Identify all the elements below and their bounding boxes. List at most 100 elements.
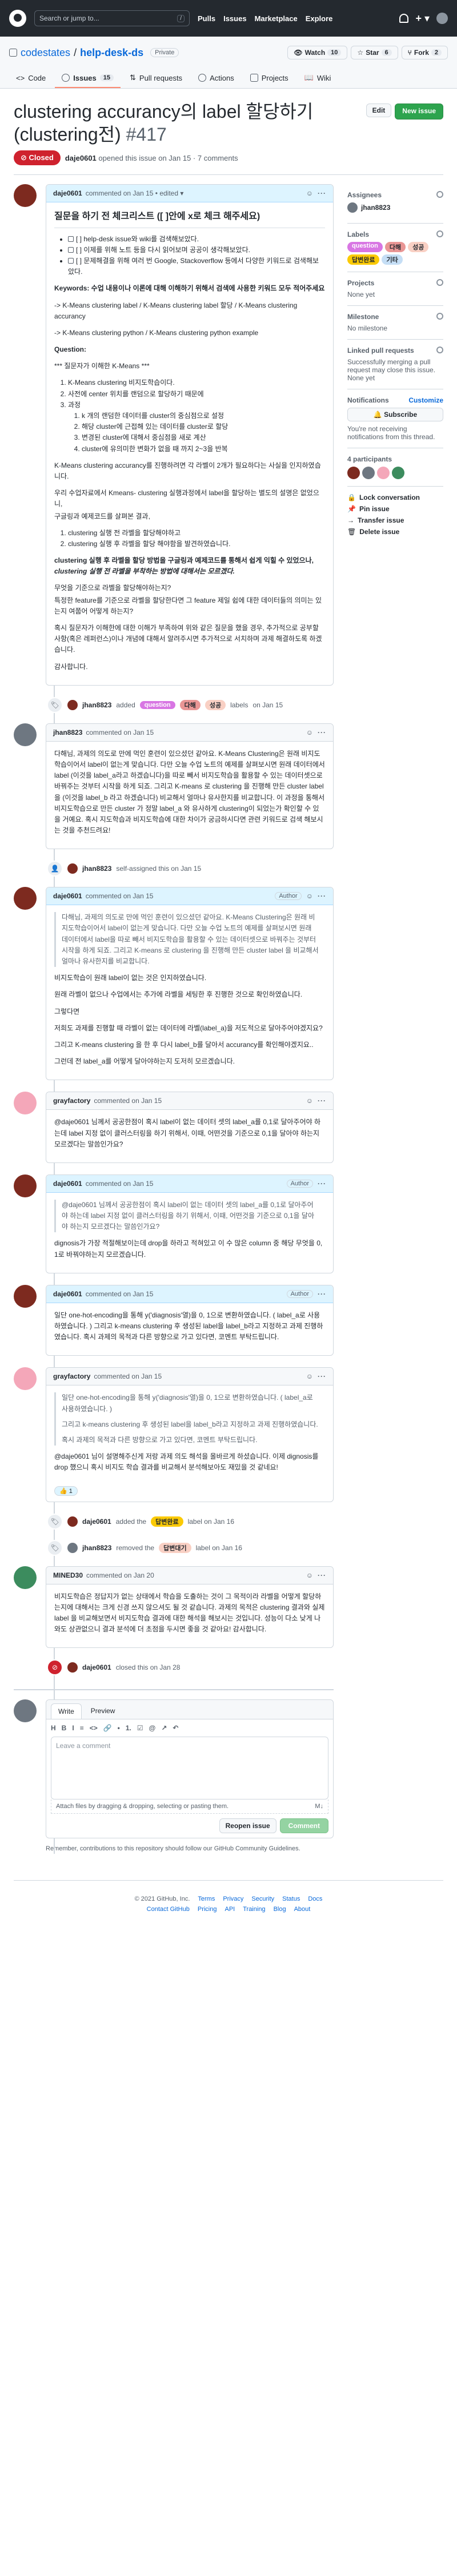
heading-icon[interactable]: H	[51, 1724, 56, 1732]
avatar[interactable]	[14, 723, 37, 746]
avatar[interactable]	[14, 1367, 37, 1391]
search-input[interactable]: Search or jump to... /	[34, 10, 190, 26]
avatar[interactable]	[14, 1566, 37, 1589]
thumbs-up-reaction[interactable]: 👍 1	[54, 1486, 78, 1496]
avatar[interactable]	[14, 1284, 37, 1308]
reference-icon[interactable]: ↗	[161, 1724, 167, 1732]
event-actor[interactable]: jhan8823	[82, 701, 111, 709]
footer-link-blog[interactable]: Blog	[274, 1906, 286, 1913]
avatar[interactable]	[67, 699, 78, 710]
nav-issues[interactable]: Issues	[223, 14, 246, 23]
tab-issues[interactable]: Issues 15	[55, 69, 121, 88]
numbered-list-icon[interactable]: 1.	[126, 1724, 131, 1732]
label-pill[interactable]: 성공	[205, 699, 226, 710]
label-pill[interactable]: 답변완료	[347, 254, 380, 265]
attach-files-area[interactable]: Attach files by dragging & dropping, sel…	[51, 1799, 328, 1814]
avatar[interactable]	[14, 887, 37, 910]
label-pill[interactable]: 답변대기	[159, 1542, 191, 1553]
event-actor[interactable]: jhan8823	[82, 865, 111, 873]
repo-name-link[interactable]: help-desk-ds	[80, 47, 143, 59]
tab-code[interactable]: <> Code	[9, 69, 53, 88]
subscribe-button[interactable]: 🔔 Subscribe	[347, 408, 443, 421]
task-list-icon[interactable]: ☑	[137, 1724, 143, 1732]
label-pill[interactable]: 다해	[384, 242, 406, 252]
label-pill[interactable]: 기타	[382, 254, 403, 265]
gear-icon[interactable]	[436, 313, 443, 320]
quote-icon[interactable]: ≡	[80, 1724, 84, 1732]
event-actor[interactable]: daje0601	[82, 1663, 111, 1671]
more-options-icon[interactable]: ···	[318, 728, 326, 736]
label-pill[interactable]: 다해	[179, 699, 201, 710]
write-tab[interactable]: Write	[51, 1703, 82, 1719]
more-options-icon[interactable]: ···	[318, 1097, 326, 1105]
link-icon[interactable]: 🔗	[103, 1724, 112, 1732]
smiley-icon[interactable]: ☺	[306, 892, 313, 900]
smiley-icon[interactable]: ☺	[306, 1372, 313, 1380]
pin-issue-button[interactable]: 📌 Pin issue	[347, 505, 443, 513]
comment-author[interactable]: daje0601	[53, 1290, 82, 1298]
create-new-button[interactable]: + ▾	[415, 13, 430, 25]
label-pill[interactable]: question	[347, 242, 383, 252]
nav-pulls[interactable]: Pulls	[198, 14, 215, 23]
tab-pull-requests[interactable]: ⇅ Pull requests	[123, 69, 189, 88]
reply-icon[interactable]: ↶	[173, 1724, 178, 1732]
fork-button[interactable]: ⑂ Fork 2	[401, 46, 448, 59]
footer-link-docs[interactable]: Docs	[308, 1896, 322, 1902]
bullet-list-icon[interactable]: •	[118, 1724, 120, 1732]
more-options-icon[interactable]: ···	[318, 1571, 326, 1579]
footer-link-terms[interactable]: Terms	[198, 1896, 215, 1902]
label-pill[interactable]: 성공	[408, 242, 429, 252]
smiley-icon[interactable]: ☺	[306, 189, 313, 197]
new-issue-button[interactable]: New issue	[395, 103, 443, 120]
avatar[interactable]	[67, 863, 78, 874]
gear-icon[interactable]	[436, 191, 443, 198]
event-actor[interactable]: daje0601	[82, 1518, 111, 1526]
footer-link-about[interactable]: About	[294, 1906, 311, 1913]
footer-link-privacy[interactable]: Privacy	[223, 1896, 243, 1902]
comment-textarea[interactable]: Leave a comment	[51, 1737, 328, 1800]
footer-link-pricing[interactable]: Pricing	[198, 1906, 217, 1913]
footer-link-status[interactable]: Status	[282, 1896, 300, 1902]
bell-icon[interactable]	[399, 14, 409, 23]
more-options-icon[interactable]: ···	[318, 1372, 326, 1380]
transfer-issue-button[interactable]: → Transfer issue	[347, 516, 443, 524]
star-button[interactable]: ☆ Star 6	[351, 46, 398, 59]
code-icon[interactable]: <>	[90, 1724, 98, 1732]
avatar[interactable]	[377, 467, 390, 479]
smiley-icon[interactable]: ☺	[306, 1097, 313, 1105]
user-avatar[interactable]	[436, 13, 448, 24]
nav-explore[interactable]: Explore	[306, 14, 333, 23]
more-options-icon[interactable]: ···	[318, 189, 326, 197]
avatar[interactable]	[362, 467, 375, 479]
preview-tab[interactable]: Preview	[84, 1703, 122, 1719]
event-actor[interactable]: jhan8823	[82, 1544, 111, 1552]
avatar[interactable]	[347, 202, 358, 213]
avatar[interactable]	[14, 1174, 37, 1197]
avatar[interactable]	[67, 1516, 78, 1527]
footer-link-contact[interactable]: Contact GitHub	[147, 1906, 190, 1913]
customize-link[interactable]: Customize	[408, 396, 443, 404]
checkbox[interactable]	[68, 246, 74, 253]
avatar[interactable]	[67, 1542, 78, 1553]
github-logo-icon[interactable]	[9, 10, 26, 27]
avatar[interactable]	[14, 1699, 37, 1723]
avatar[interactable]	[347, 467, 360, 479]
lock-conversation-button[interactable]: 🔒 Lock conversation	[347, 493, 443, 501]
issue-author[interactable]: daje0601	[65, 154, 97, 162]
gear-icon[interactable]	[436, 230, 443, 237]
italic-icon[interactable]: I	[72, 1724, 74, 1732]
tab-wiki[interactable]: 📖 Wiki	[298, 69, 338, 88]
assignee-name[interactable]: jhan8823	[361, 204, 390, 212]
delete-issue-button[interactable]: 🗑 Delete issue	[347, 528, 443, 536]
gear-icon[interactable]	[436, 279, 443, 286]
checkbox[interactable]	[68, 257, 74, 264]
label-pill[interactable]: 답변완료	[151, 1516, 183, 1527]
more-options-icon[interactable]: ···	[318, 1180, 326, 1188]
tab-actions[interactable]: Actions	[191, 69, 241, 88]
gear-icon[interactable]	[436, 347, 443, 353]
comment-author[interactable]: grayfactory	[53, 1097, 90, 1105]
tab-projects[interactable]: Projects	[243, 69, 295, 88]
label-pill[interactable]: question	[139, 700, 175, 709]
footer-link-api[interactable]: API	[225, 1906, 235, 1913]
footer-link-training[interactable]: Training	[243, 1906, 265, 1913]
